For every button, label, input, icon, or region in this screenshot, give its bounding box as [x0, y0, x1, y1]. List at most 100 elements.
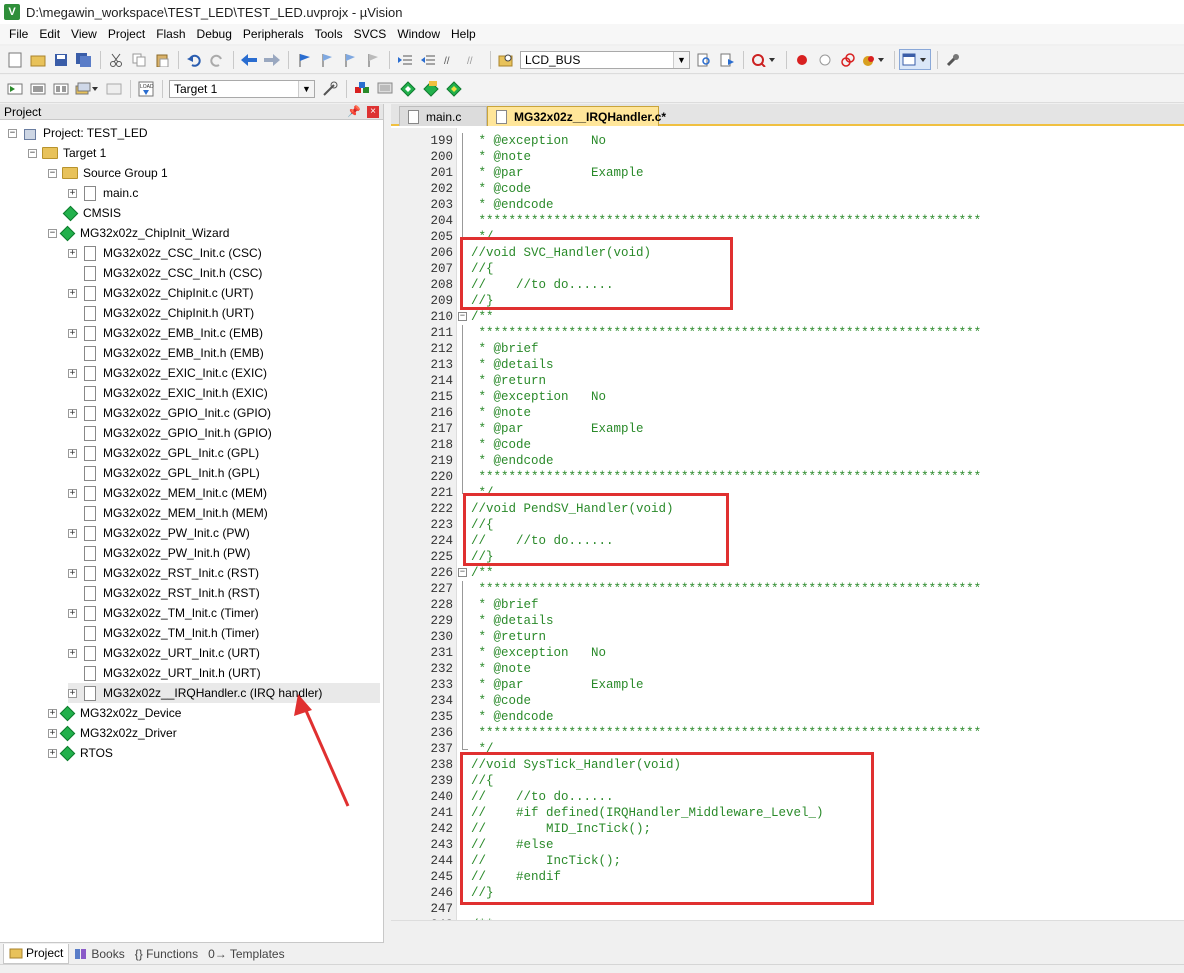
kill-breakpoints-icon[interactable] — [860, 49, 888, 70]
tree-group-device[interactable]: + MG32x02z_Device — [48, 703, 181, 723]
undo-icon[interactable] — [183, 49, 204, 70]
cut-icon[interactable] — [105, 49, 126, 70]
tree-wizard-file[interactable]: MG32x02z_RST_Init.h (RST) — [68, 583, 260, 603]
enable-breakpoint-icon[interactable] — [814, 49, 835, 70]
menu-project[interactable]: Project — [102, 27, 150, 41]
collapse-icon[interactable]: − — [48, 168, 57, 178]
tree-wizard-file[interactable]: MG32x02z_GPIO_Init.h (GPIO) — [68, 423, 272, 443]
collapse-icon[interactable]: − — [48, 228, 57, 238]
chevron-down-icon[interactable]: ▼ — [673, 51, 689, 68]
tree-wizard-file[interactable]: + MG32x02z_EXIC_Init.c (EXIC) — [68, 363, 267, 383]
menu-file[interactable]: File — [3, 27, 33, 41]
tree-wizard-file[interactable]: MG32x02z_ChipInit.h (URT) — [68, 303, 254, 323]
tree-wizard-file[interactable]: + MG32x02z_GPL_Init.c (GPL) — [68, 443, 259, 463]
paste-icon[interactable] — [151, 49, 172, 70]
tree-wizard-file[interactable]: + MG32x02z_CSC_Init.c (CSC) — [68, 243, 262, 263]
chipinit-wizard-icon[interactable] — [443, 78, 464, 99]
tree-target[interactable]: − Target 1 — [28, 143, 106, 163]
tree-cmsis[interactable]: CMSIS — [62, 203, 121, 223]
tree-wizard-file[interactable]: + MG32x02z_TM_Init.c (Timer) — [68, 603, 259, 623]
tree-group-driver[interactable]: + MG32x02z_Driver — [48, 723, 177, 743]
incremental-find-icon[interactable] — [716, 49, 737, 70]
save-all-icon[interactable] — [73, 49, 94, 70]
tree-wizard-file[interactable]: MG32x02z_PW_Init.h (PW) — [68, 543, 250, 563]
navigate-back-icon[interactable] — [238, 49, 259, 70]
rebuild-icon[interactable] — [50, 78, 71, 99]
expand-icon[interactable]: + — [68, 188, 77, 198]
fold-toggle-icon[interactable]: − — [458, 312, 467, 321]
insert-breakpoint-icon[interactable] — [791, 49, 812, 70]
menu-svcs[interactable]: SVCS — [348, 27, 392, 41]
menu-window[interactable]: Window — [391, 27, 445, 41]
tree-source-group[interactable]: − Source Group 1 — [48, 163, 168, 183]
unindent-icon[interactable] — [417, 49, 438, 70]
next-bookmark-icon[interactable] — [339, 49, 360, 70]
editor-tab-main[interactable]: main.c — [399, 106, 487, 126]
expand-icon[interactable]: + — [68, 648, 77, 658]
tree-wizard-file[interactable]: MG32x02z_MEM_Init.h (MEM) — [68, 503, 268, 523]
tree-group-rtos[interactable]: + RTOS — [48, 743, 113, 763]
tree-wizard-file[interactable]: MG32x02z_EMB_Init.h (EMB) — [68, 343, 264, 363]
chevron-down-icon[interactable]: ▼ — [298, 80, 314, 97]
menu-edit[interactable]: Edit — [33, 27, 65, 41]
fold-toggle-icon[interactable]: − — [458, 568, 467, 577]
tree-wizard[interactable]: − MG32x02z_ChipInit_Wizard — [48, 223, 229, 243]
find-in-files-icon[interactable] — [495, 49, 516, 70]
stop-build-icon[interactable] — [103, 78, 124, 99]
expand-icon[interactable]: + — [68, 368, 77, 378]
debug-session-icon[interactable] — [748, 49, 780, 70]
build-icon[interactable] — [27, 78, 48, 99]
find-icon[interactable] — [693, 49, 714, 70]
menu-flash[interactable]: Flash — [150, 27, 190, 41]
tree-wizard-file[interactable]: MG32x02z_CSC_Init.h (CSC) — [68, 263, 262, 283]
expand-icon[interactable]: + — [68, 688, 77, 698]
expand-icon[interactable]: + — [68, 448, 77, 458]
tree-wizard-file[interactable]: + MG32x02z_EMB_Init.c (EMB) — [68, 323, 263, 343]
expand-icon[interactable]: + — [68, 488, 77, 498]
new-file-icon[interactable] — [4, 49, 25, 70]
pin-icon[interactable]: 📌 — [347, 105, 361, 118]
tab-functions[interactable]: {} Functions — [130, 944, 203, 964]
tree-wizard-file[interactable]: + MG32x02z_URT_Init.c (URT) — [68, 643, 260, 663]
navigate-forward-icon[interactable] — [261, 49, 282, 70]
tab-templates[interactable]: 0→ Templates — [203, 944, 289, 964]
tree-wizard-file[interactable]: + MG32x02z_ChipInit.c (URT) — [68, 283, 254, 303]
horizontal-scrollbar[interactable] — [391, 920, 1184, 942]
tree-wizard-file[interactable]: MG32x02z_EXIC_Init.h (EXIC) — [68, 383, 268, 403]
manage-run-time-environment-icon[interactable] — [397, 78, 418, 99]
tree-root[interactable]: − Project: TEST_LED — [8, 123, 147, 143]
tab-books[interactable]: Books — [69, 944, 129, 964]
select-software-packs-icon[interactable] — [374, 78, 395, 99]
redo-icon[interactable] — [206, 49, 227, 70]
comment-selection-icon[interactable]: // — [440, 49, 461, 70]
manage-project-items-icon[interactable] — [351, 78, 372, 99]
previous-bookmark-icon[interactable] — [316, 49, 337, 70]
pack-installer-icon[interactable] — [420, 78, 441, 99]
clear-bookmarks-icon[interactable] — [362, 49, 383, 70]
window-layout-icon[interactable] — [899, 49, 931, 70]
batch-build-icon[interactable] — [73, 78, 101, 99]
menu-peripherals[interactable]: Peripherals — [237, 27, 309, 41]
find-combo[interactable]: LCD_BUS ▼ — [520, 50, 690, 69]
close-icon[interactable]: × — [367, 106, 379, 118]
indent-icon[interactable] — [394, 49, 415, 70]
tree-wizard-file[interactable]: + MG32x02z_RST_Init.c (RST) — [68, 563, 259, 583]
insert-bookmark-icon[interactable] — [293, 49, 314, 70]
download-load-icon[interactable]: LOAD — [135, 78, 156, 99]
target-options-icon[interactable] — [319, 78, 340, 99]
disable-breakpoints-icon[interactable] — [837, 49, 858, 70]
target-combo[interactable]: Target 1 ▼ — [169, 79, 315, 98]
expand-icon[interactable]: + — [68, 328, 77, 338]
copy-icon[interactable] — [128, 49, 149, 70]
translate-icon[interactable] — [4, 78, 25, 99]
code-area[interactable]: 199 * @exception No 200 * @note 201 * @par… — [391, 128, 1184, 942]
open-folder-icon[interactable] — [27, 49, 48, 70]
tree-wizard-file[interactable]: + MG32x02z_MEM_Init.c (MEM) — [68, 483, 267, 503]
tree-wizard-file[interactable]: MG32x02z_TM_Init.h (Timer) — [68, 623, 259, 643]
menu-tools[interactable]: Tools — [309, 27, 348, 41]
tree-wizard-file[interactable]: MG32x02z_URT_Init.h (URT) — [68, 663, 261, 683]
expand-icon[interactable]: + — [68, 608, 77, 618]
expand-icon[interactable]: + — [48, 708, 57, 718]
editor-tab-irqhandler[interactable]: MG32x02z__IRQHandler.c* — [487, 106, 666, 126]
collapse-icon[interactable]: − — [8, 128, 17, 138]
